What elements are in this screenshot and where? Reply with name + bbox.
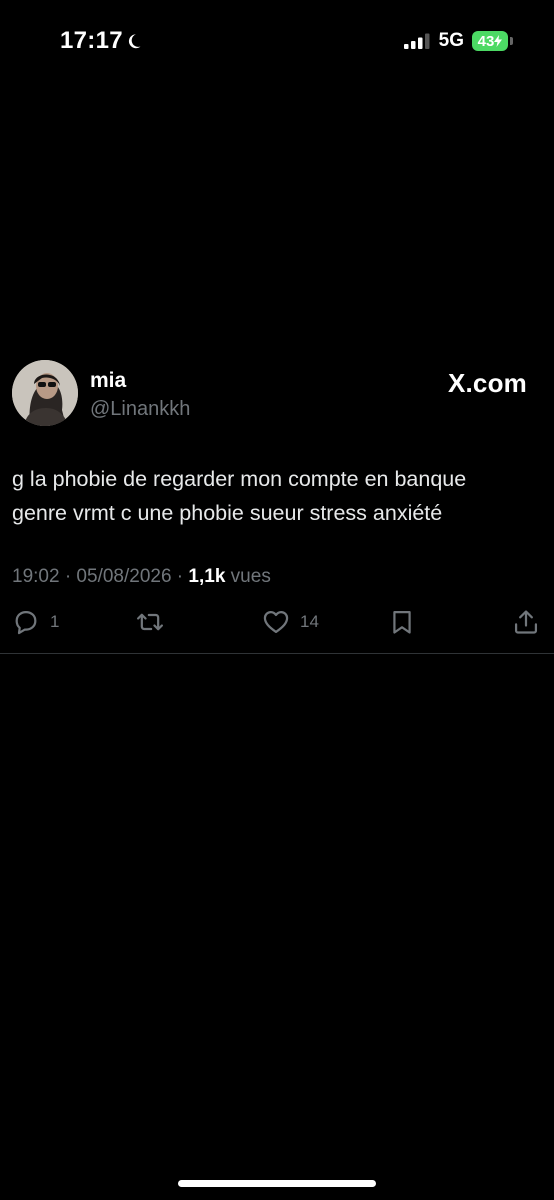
reply-icon xyxy=(15,610,37,635)
battery-level: 43 xyxy=(477,32,495,50)
author-name[interactable]: mia xyxy=(90,369,126,393)
divider xyxy=(0,653,554,654)
action-bar: 1 14 xyxy=(0,608,554,644)
views-count[interactable]: 1,1k xyxy=(188,566,225,587)
author-handle[interactable]: @Linankkh xyxy=(90,398,190,421)
bookmark-button[interactable] xyxy=(388,608,416,636)
avatar-image xyxy=(12,360,78,426)
status-indicators: 5G 43 xyxy=(403,30,513,52)
moon-icon xyxy=(128,34,141,49)
reply-count: 1 xyxy=(50,612,60,631)
status-time-text: 17:17 xyxy=(60,27,123,54)
tweet-text: g la phobie de regarder mon compte en ba… xyxy=(12,462,542,530)
heart-icon xyxy=(263,610,289,634)
bookmark-icon xyxy=(393,610,411,634)
status-time: 17:17 xyxy=(60,27,147,55)
tweet-text-line-1: g la phobie de regarder mon compte en ba… xyxy=(12,467,467,491)
home-indicator[interactable] xyxy=(178,1180,376,1187)
like-button[interactable]: 14 xyxy=(262,608,319,636)
battery-icon: 43 xyxy=(472,31,513,51)
retweet-icon xyxy=(136,613,164,631)
battery-cap xyxy=(510,37,513,45)
views-label: vues xyxy=(225,566,271,587)
tweet-meta: 19:02 · 05/08/2026 · 1,1k vues xyxy=(12,566,271,588)
share-icon xyxy=(514,610,538,634)
status-bar: 17:17 5G 43 xyxy=(0,0,554,84)
network-label: 5G xyxy=(438,30,464,51)
tweet-timestamp[interactable]: 19:02 · 05/08/2026 · xyxy=(12,566,188,587)
charging-icon xyxy=(494,35,503,47)
signal-icon xyxy=(403,33,430,49)
tweet-text-line-2: genre vrmt c une phobie sueur stress anx… xyxy=(12,501,443,525)
reply-button[interactable]: 1 xyxy=(12,608,59,636)
share-button[interactable] xyxy=(512,608,540,636)
source-label: X.com xyxy=(447,368,527,398)
avatar[interactable] xyxy=(12,360,78,426)
retweet-button[interactable] xyxy=(136,608,164,636)
like-count: 14 xyxy=(300,612,319,631)
